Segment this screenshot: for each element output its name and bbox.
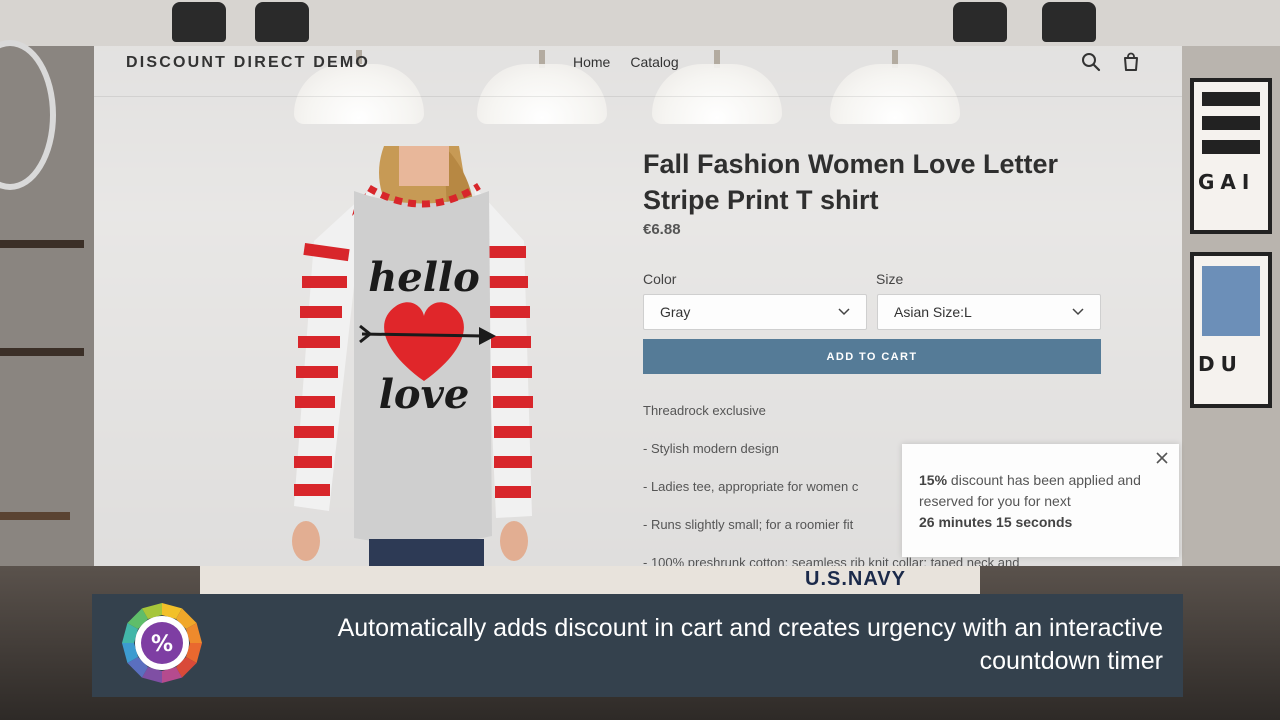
chevron-down-icon (1072, 308, 1084, 316)
store-brand[interactable]: DISCOUNT DIRECT DEMO (126, 54, 370, 72)
color-select[interactable]: Gray (643, 294, 867, 330)
logo-percent-symbol: % (151, 632, 173, 657)
frame-letters: GAI (1198, 170, 1256, 194)
shirt-text-hello: hello (368, 254, 480, 301)
store-header: DISCOUNT DIRECT DEMO Home Catalog (94, 46, 1182, 97)
caption-banner: % Automatically adds discount in cart an… (92, 594, 1183, 697)
nav-catalog[interactable]: Catalog (630, 54, 678, 70)
search-button[interactable] (1079, 50, 1103, 74)
product-image[interactable]: hello love (274, 146, 534, 566)
search-icon (1082, 53, 1101, 72)
discount-message: discount has been applied and reserved f… (919, 472, 1141, 509)
cart-icon (1124, 52, 1138, 71)
nav-home[interactable]: Home (573, 54, 610, 70)
wall-shelf (0, 348, 84, 356)
description-line: Threadrock exclusive (643, 403, 766, 418)
banner-caption: Automatically adds discount in cart and … (337, 614, 1163, 675)
close-icon (1156, 452, 1168, 464)
stool (0, 512, 70, 520)
countdown-timer: 26 minutes 15 seconds (919, 514, 1073, 530)
popup-message: 15% discount has been applied and reserv… (919, 470, 1163, 533)
popup-close-button[interactable] (1155, 451, 1169, 465)
product-photo: hello love (292, 146, 533, 566)
frame-letters: DU (1198, 352, 1243, 376)
hanging-bag (1042, 2, 1096, 42)
hanging-bag (172, 2, 226, 42)
product-title: Fall Fashion Women Love Letter Stripe Pr… (643, 149, 1059, 215)
shirt-text-love: love (379, 371, 470, 418)
cart-button[interactable] (1119, 50, 1143, 74)
wall-shelf (0, 240, 84, 248)
hanging-bag (255, 2, 309, 42)
wall-frame: GAI (1190, 78, 1272, 234)
color-label: Color (643, 271, 677, 287)
hanging-bag (953, 2, 1007, 42)
color-select-value: Gray (660, 304, 691, 320)
discount-popup: 15% discount has been applied and reserv… (902, 444, 1179, 557)
rug-text: U.S.NAVY (805, 568, 906, 590)
app-logo-icon: % (122, 603, 202, 683)
add-to-cart-button[interactable]: ADD TO CART (643, 339, 1101, 374)
wall-frame: DU (1190, 252, 1272, 408)
size-select[interactable]: Asian Size:L (877, 294, 1101, 330)
product-price: €6.88 (643, 221, 681, 238)
size-select-value: Asian Size:L (894, 304, 972, 320)
discount-percent: 15% (919, 472, 948, 488)
main-nav: Home Catalog (573, 54, 679, 70)
chevron-down-icon (838, 308, 850, 316)
size-label: Size (876, 271, 904, 287)
